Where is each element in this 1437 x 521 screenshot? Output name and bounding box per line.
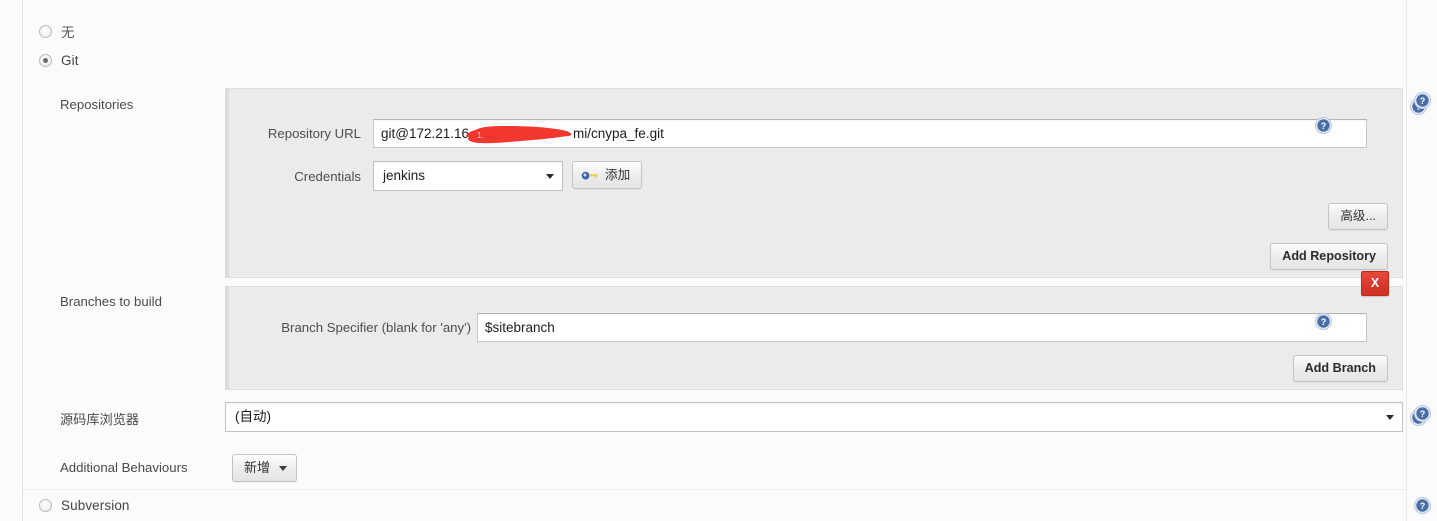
branch-specifier-value: $sitebranch — [485, 320, 555, 335]
add-branch-button[interactable]: Add Branch — [1292, 355, 1388, 382]
branches-panel: X Branch Specifier (blank for 'any') $si… — [225, 271, 1403, 390]
scm-radio-git[interactable]: Git — [39, 53, 79, 68]
advanced-button[interactable]: 高级... — [1328, 203, 1388, 230]
svg-text:?: ? — [1321, 121, 1327, 131]
repository-url-value-suffix: mi/cnypa_fe.git — [573, 126, 664, 141]
credentials-value: jenkins — [383, 168, 426, 183]
svg-text:?: ? — [1420, 501, 1426, 511]
branch-specifier-input[interactable]: $sitebranch — [477, 313, 1367, 342]
radio-git-indicator[interactable] — [39, 54, 52, 67]
repository-url-label: Repository URL — [267, 126, 361, 141]
credentials-label: Credentials — [294, 169, 361, 184]
section-divider — [23, 489, 1406, 490]
repository-browser-outer-help-icon[interactable]: ? — [1414, 405, 1431, 422]
svg-text:?: ? — [1420, 96, 1426, 106]
svg-text:?: ? — [1321, 317, 1327, 327]
advanced-label: 高级... — [1340, 209, 1376, 223]
scm-radio-subversion[interactable]: Subversion — [39, 498, 130, 513]
repository-browser-select[interactable]: (自动) — [225, 402, 1403, 432]
branch-specifier-help-icon[interactable]: ? — [1315, 313, 1332, 330]
chevron-down-icon — [546, 174, 554, 179]
additional-behaviours-add-button[interactable]: 新增 — [232, 454, 298, 482]
additional-behaviours-label: Additional Behaviours — [60, 460, 188, 475]
scm-radio-subversion-label: Subversion — [61, 498, 130, 513]
repositories-panel: Repository URL git@172.21.16 mi/cnypa_fe.… — [225, 88, 1403, 278]
scm-radio-git-label: Git — [61, 53, 79, 68]
repository-browser-label: 源码库浏览器 — [60, 412, 140, 427]
add-branch-label: Add Branch — [1304, 361, 1376, 375]
add-repository-button[interactable]: Add Repository — [1270, 243, 1388, 270]
repository-url-input[interactable]: git@172.21.16 mi/cnypa_fe.git — [373, 119, 1367, 148]
additional-behaviours-add-label: 新增 — [244, 460, 271, 475]
repository-browser-value: (自动) — [235, 409, 271, 424]
git-section-help-icon[interactable]: ? — [1414, 92, 1431, 109]
delete-branch-button[interactable]: X — [1361, 271, 1389, 296]
scm-radio-none[interactable]: 无 — [39, 21, 75, 41]
repository-url-value: git@172.21.16 — [381, 126, 470, 141]
repositories-label: Repositories — [60, 97, 134, 112]
radio-none-indicator[interactable] — [39, 24, 52, 38]
add-credentials-button[interactable]: 添加 — [572, 161, 643, 189]
credentials-key-icon — [581, 171, 598, 180]
chevron-down-icon — [279, 466, 288, 471]
delete-branch-label: X — [1370, 276, 1380, 290]
svg-text:?: ? — [1420, 409, 1426, 419]
add-credentials-label: 添加 — [605, 168, 631, 182]
repository-url-help-icon[interactable]: ? — [1315, 117, 1332, 134]
scm-radio-none-label: 无 — [61, 25, 75, 40]
git-settings-block: Repositories Repository URL git@172.21.1… — [23, 84, 1427, 488]
add-repository-label: Add Repository — [1282, 249, 1376, 263]
jenkins-scm-config-panel: 无 Git Repositories Repository URL git@17… — [0, 0, 1437, 521]
radio-subversion-indicator[interactable] — [39, 499, 52, 512]
chevron-down-icon — [1386, 415, 1394, 420]
credentials-select[interactable]: jenkins — [373, 161, 563, 191]
subversion-help-icon[interactable]: ? — [1414, 497, 1431, 514]
branch-specifier-label: Branch Specifier (blank for 'any') — [281, 320, 471, 335]
branches-to-build-label: Branches to build — [60, 294, 162, 309]
form-right-rule — [1406, 0, 1407, 521]
